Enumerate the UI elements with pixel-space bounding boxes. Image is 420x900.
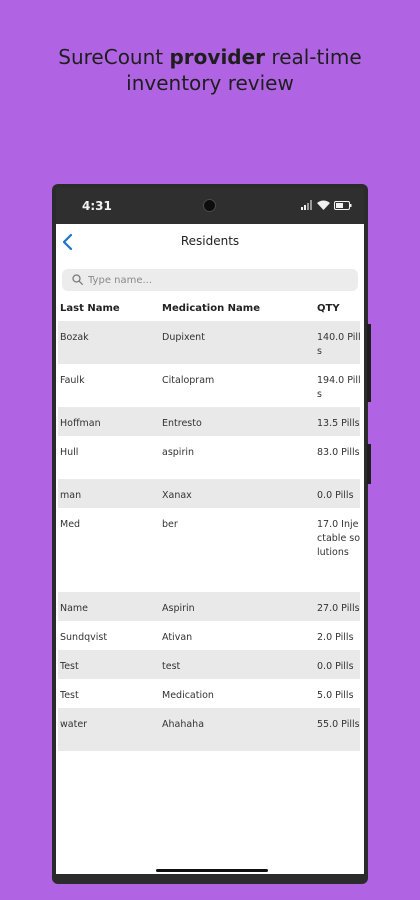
cell-qty: 0.0 Pills — [317, 661, 354, 672]
table-row[interactable]: water Ahahaha 55.0 Pills — [58, 708, 360, 751]
cell-medication: Ativan — [162, 632, 193, 643]
table-row[interactable]: Name Aspirin 27.0 Pills — [58, 592, 360, 621]
cell-medication: Aspirin — [162, 603, 195, 614]
nav-bar: Residents — [56, 224, 364, 260]
cell-last-name: Hull — [60, 447, 79, 458]
cell-medication: Citalopram — [162, 375, 215, 386]
table-row[interactable]: Bozak Dupixent 140.0 Pills — [58, 321, 361, 364]
headline-line-2: inventory review — [126, 71, 294, 95]
wifi-icon — [317, 200, 330, 210]
cell-qty: 0.0 Pills — [317, 490, 354, 501]
table-row[interactable]: Hoffman Entresto 13.5 Pills — [58, 407, 360, 436]
cell-medication: ber — [162, 519, 178, 530]
cell-medication: aspirin — [162, 447, 195, 458]
cell-last-name: Test — [60, 661, 79, 672]
cell-qty: 55.0 Pills — [317, 719, 360, 730]
cell-qty: 13.5 Pills — [317, 418, 360, 429]
table-row[interactable]: Test test 0.0 Pills — [58, 650, 360, 679]
search-bar — [62, 269, 358, 291]
headline-line-1: SureCount provider real-time — [0, 44, 420, 70]
cell-medication: test — [162, 661, 181, 672]
cell-medication: Medication — [162, 690, 214, 701]
cell-medication: Entresto — [162, 418, 202, 429]
promo-headline: SureCount provider real-time inventory r… — [0, 44, 420, 96]
table-row[interactable]: man Xanax 0.0 Pills — [58, 479, 360, 508]
battery-icon — [334, 200, 352, 210]
home-indicator[interactable] — [156, 869, 268, 872]
search-icon — [72, 274, 83, 285]
phone-frame: 4:31 Residents Type name... Last Name Me… — [52, 184, 371, 884]
cell-last-name: Sundqvist — [60, 632, 108, 643]
column-header-qty[interactable]: QTY — [317, 303, 361, 314]
cell-qty: 140.0 Pills — [317, 332, 361, 357]
power-button — [367, 444, 371, 484]
table-row[interactable]: Med ber 17.0 Injectable solutions — [58, 508, 360, 592]
headline-tail: real-time — [265, 45, 362, 69]
cell-last-name: Med — [60, 519, 81, 530]
cell-last-name: man — [60, 490, 82, 501]
cell-qty: 194.0 Pills — [317, 375, 361, 400]
cell-qty: 27.0 Pills — [317, 603, 360, 614]
cell-last-name: Bozak — [60, 332, 89, 343]
cell-last-name: Hoffman — [60, 418, 101, 429]
status-time: 4:31 — [82, 199, 112, 213]
cell-last-name: Name — [60, 603, 89, 614]
table-row[interactable]: Faulk Citalopram 194.0 Pills — [58, 364, 361, 407]
app-screen: 4:31 Residents Type name... Last Name Me… — [56, 188, 364, 874]
table-row[interactable]: Test Medication 5.0 Pills — [58, 679, 360, 708]
page-title: Residents — [180, 234, 240, 248]
status-icons — [301, 200, 352, 210]
cell-medication: Dupixent — [162, 332, 205, 343]
residents-table: Bozak Dupixent 140.0 Pills Faulk Citalop… — [56, 321, 364, 751]
cell-qty: 83.0 Pills — [317, 447, 360, 458]
column-header-medication[interactable]: Medication Name — [162, 303, 312, 314]
table-row[interactable]: Sundqvist Ativan 2.0 Pills — [58, 621, 360, 650]
headline-bold-word: provider — [169, 45, 266, 69]
status-bar: 4:31 — [56, 188, 364, 224]
cell-qty: 2.0 Pills — [317, 632, 354, 643]
signal-icon — [301, 200, 312, 210]
cell-medication: Ahahaha — [162, 719, 205, 730]
search-input[interactable] — [88, 271, 350, 289]
table-row[interactable]: Hull aspirin 83.0 Pills — [58, 436, 360, 479]
column-header-last-name[interactable]: Last Name — [60, 303, 156, 314]
headline-brand: SureCount — [58, 45, 170, 69]
cell-qty: 5.0 Pills — [317, 690, 354, 701]
table-header: Last Name Medication Name QTY — [56, 298, 364, 320]
cell-medication: Xanax — [162, 490, 192, 501]
cell-last-name: water — [60, 719, 88, 730]
cell-last-name: Test — [60, 690, 79, 701]
volume-button — [367, 324, 371, 402]
camera-icon — [203, 199, 216, 212]
cell-last-name: Faulk — [60, 375, 85, 386]
cell-qty: 17.0 Injectable solutions — [317, 519, 361, 558]
